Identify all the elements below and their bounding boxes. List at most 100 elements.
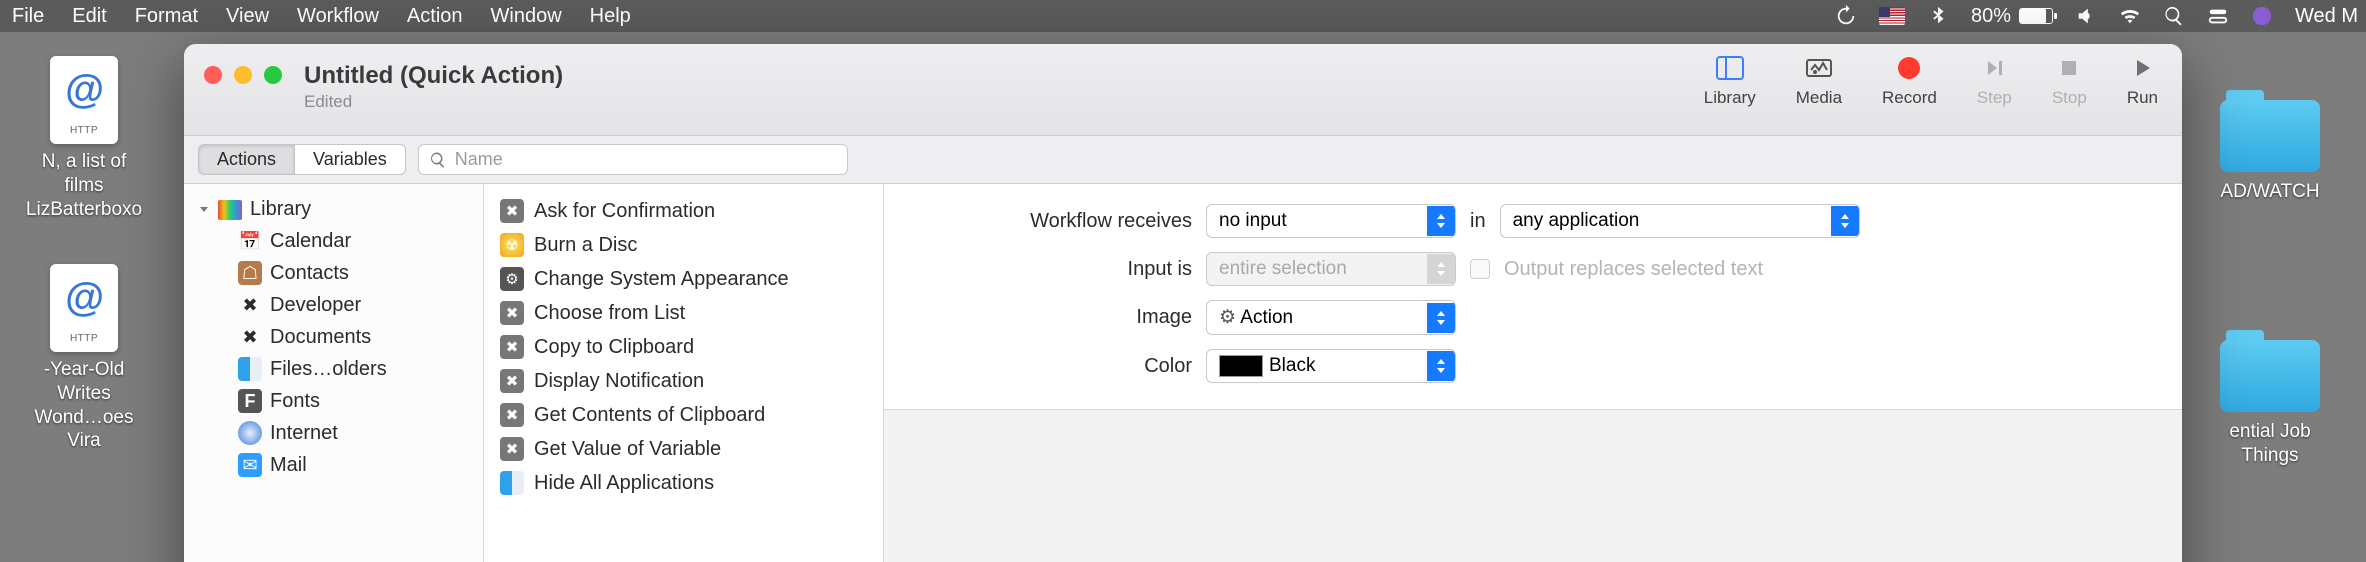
sidebar-item-library[interactable]: Library xyxy=(192,194,475,225)
in-label: in xyxy=(1470,210,1486,233)
action-label: Burn a Disc xyxy=(534,234,637,257)
traffic-lights xyxy=(204,66,282,84)
action-item[interactable]: Hide All Applications xyxy=(492,466,875,500)
workflow-settings-pane: Workflow receives no input in any applic… xyxy=(884,184,2182,562)
action-label: Hide All Applications xyxy=(534,472,714,495)
toolbar-library[interactable]: Library xyxy=(1704,54,1756,108)
wifi-icon[interactable] xyxy=(2119,5,2141,27)
toolbar-label: Media xyxy=(1796,88,1842,108)
spotlight-icon[interactable] xyxy=(2163,5,2185,27)
automator-window: Untitled (Quick Action) Edited Library M… xyxy=(184,44,2182,562)
menu-file[interactable]: File xyxy=(12,5,44,28)
battery-icon xyxy=(2019,8,2053,24)
desktop-webloc-1[interactable]: N, a list of films LizBatterboxo xyxy=(24,56,144,221)
record-icon xyxy=(1898,57,1920,79)
desktop-label: -Year-Old Writes Wond…oes Vira xyxy=(24,358,144,453)
sidebar-item-contacts[interactable]: ☖Contacts xyxy=(192,257,475,289)
select-arrows-icon xyxy=(1427,206,1455,236)
battery-status[interactable]: 80% xyxy=(1971,5,2053,28)
color-label: Color xyxy=(912,355,1192,378)
menu-view[interactable]: View xyxy=(226,5,269,28)
select-arrows-icon xyxy=(1427,351,1455,381)
search-input[interactable] xyxy=(455,149,837,170)
toolbar-label: Step xyxy=(1977,88,2012,108)
workflow-settings-header: Workflow receives no input in any applic… xyxy=(884,184,2182,410)
minimize-button[interactable] xyxy=(234,66,252,84)
action-item[interactable]: ⚙︎Change System Appearance xyxy=(492,262,875,296)
select-value: ⚙︎ Action xyxy=(1207,301,1427,334)
receives-label: Workflow receives xyxy=(912,210,1192,233)
toolbar-media[interactable]: Media xyxy=(1796,54,1842,108)
volume-icon[interactable] xyxy=(2075,5,2097,27)
action-label: Copy to Clipboard xyxy=(534,336,694,359)
desktop-label: ential Job Things xyxy=(2210,420,2330,468)
menu-window[interactable]: Window xyxy=(491,5,562,28)
toolbar-label: Record xyxy=(1882,88,1937,108)
tab-variables[interactable]: Variables xyxy=(294,144,406,175)
receives-select[interactable]: no input xyxy=(1206,204,1456,238)
select-value: Black xyxy=(1207,350,1427,382)
sidebar-item-files[interactable]: Files…olders xyxy=(192,353,475,385)
sidebar-item-mail[interactable]: ✉︎Mail xyxy=(192,449,475,481)
gear-icon: ✖︎ xyxy=(500,199,524,223)
application-select[interactable]: any application xyxy=(1500,204,1860,238)
action-item[interactable]: ✖︎Get Value of Variable xyxy=(492,432,875,466)
desktop-folder-2[interactable]: ential Job Things xyxy=(2210,340,2330,468)
action-item[interactable]: ✖︎Ask for Confirmation xyxy=(492,194,875,228)
library-sidebar: Library 📅Calendar ☖Contacts ✖︎Developer … xyxy=(184,184,484,562)
control-center-icon[interactable] xyxy=(2207,5,2229,27)
desktop-folder-1[interactable]: AD/WATCH xyxy=(2210,100,2330,204)
gear-icon: ✖︎ xyxy=(500,403,524,427)
bluetooth-icon[interactable] xyxy=(1927,5,1949,27)
sidebar-item-developer[interactable]: ✖︎Developer xyxy=(192,289,475,321)
contacts-icon: ☖ xyxy=(238,261,262,285)
sidebar-item-internet[interactable]: Internet xyxy=(192,417,475,449)
window-subtitle: Edited xyxy=(304,92,563,112)
sidebar-item-label: Library xyxy=(250,198,311,221)
sidebar-item-label: Internet xyxy=(270,422,338,445)
input-source-flag[interactable] xyxy=(1879,7,1905,25)
toolbar-record[interactable]: Record xyxy=(1882,54,1937,108)
sidebar-item-label: Files…olders xyxy=(270,358,387,381)
menu-format[interactable]: Format xyxy=(135,5,198,28)
battery-percent: 80% xyxy=(1971,5,2011,28)
sidebar-item-fonts[interactable]: FFonts xyxy=(192,385,475,417)
clock[interactable]: Wed M xyxy=(2295,5,2358,28)
system-menubar: File Edit Format View Workflow Action Wi… xyxy=(0,0,2366,32)
sidebar-item-calendar[interactable]: 📅Calendar xyxy=(192,225,475,257)
action-item[interactable]: ✖︎Choose from List xyxy=(492,296,875,330)
zoom-button[interactable] xyxy=(264,66,282,84)
toolbar-label: Run xyxy=(2127,88,2158,108)
action-item[interactable]: ✖︎ Copy to Clipboard xyxy=(492,330,875,364)
action-item[interactable]: ✖︎Display Notification xyxy=(492,364,875,398)
tab-actions[interactable]: Actions xyxy=(198,144,294,175)
time-machine-icon[interactable] xyxy=(1835,5,1857,27)
select-value: any application xyxy=(1501,205,1831,237)
mail-icon: ✉︎ xyxy=(238,453,262,477)
webloc-file-icon xyxy=(50,264,118,352)
action-item[interactable]: ✖︎Get Contents of Clipboard xyxy=(492,398,875,432)
color-select[interactable]: Black xyxy=(1206,349,1456,383)
sidebar-item-label: Calendar xyxy=(270,230,351,253)
menu-workflow[interactable]: Workflow xyxy=(297,5,379,28)
gear-icon: ✖︎ xyxy=(500,335,524,359)
desktop-webloc-2[interactable]: -Year-Old Writes Wond…oes Vira xyxy=(24,264,144,453)
gear-icon: ✖︎ xyxy=(500,369,524,393)
finder-icon xyxy=(500,471,524,495)
menu-help[interactable]: Help xyxy=(590,5,631,28)
toolbar-label: Stop xyxy=(2052,88,2087,108)
menu-edit[interactable]: Edit xyxy=(72,5,106,28)
menu-action[interactable]: Action xyxy=(407,5,463,28)
safari-icon xyxy=(238,421,262,445)
disclosure-triangle-icon[interactable] xyxy=(198,204,210,216)
image-select[interactable]: ⚙︎ Action xyxy=(1206,300,1456,335)
library-mode-segment: Actions Variables xyxy=(198,144,406,175)
siri-icon[interactable] xyxy=(2251,5,2273,27)
sidebar-item-label: Developer xyxy=(270,294,361,317)
action-item[interactable]: ☢︎Burn a Disc xyxy=(492,228,875,262)
close-button[interactable] xyxy=(204,66,222,84)
sidebar-item-documents[interactable]: ✖︎Documents xyxy=(192,321,475,353)
app-menus: File Edit Format View Workflow Action Wi… xyxy=(8,5,631,28)
action-label: Get Value of Variable xyxy=(534,438,721,461)
toolbar-run[interactable]: Run xyxy=(2127,54,2158,108)
